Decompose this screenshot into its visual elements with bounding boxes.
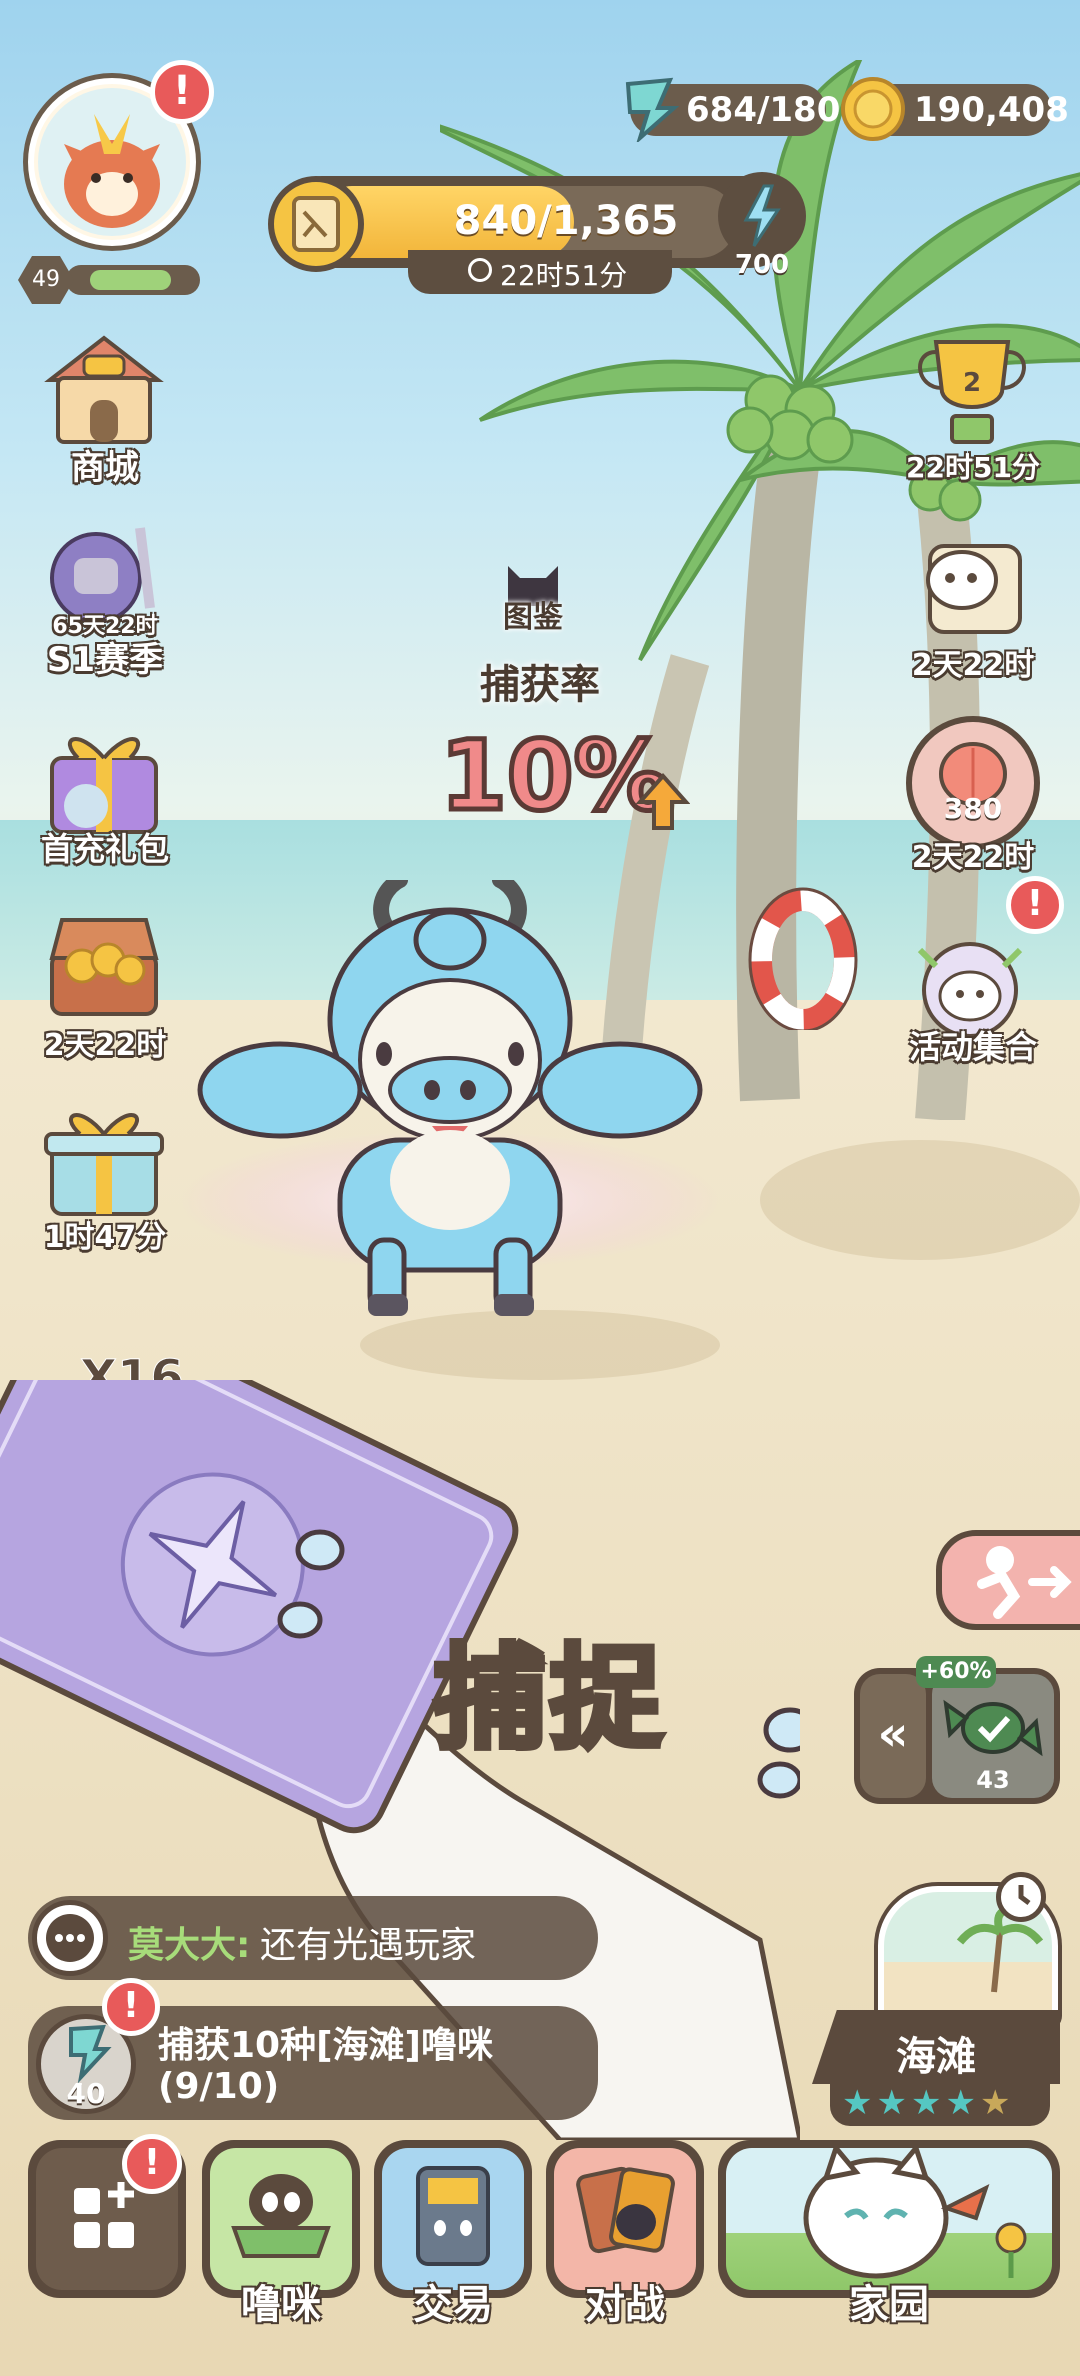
avatar-alert-badge: ! <box>150 60 214 124</box>
season-bolt-button[interactable] <box>718 172 806 260</box>
peach-event-button[interactable]: 380 <box>906 716 1040 850</box>
gift-box-icon <box>44 1113 164 1216</box>
peach-icon <box>939 742 1007 806</box>
quest-progress: (9/10) <box>158 2066 280 2107</box>
season-label: S1赛季 <box>46 640 164 680</box>
star-filled-icon: ★ <box>842 2083 873 2123</box>
sand-shadow <box>760 1140 1080 1260</box>
run-away-icon <box>977 1546 1072 1619</box>
battle-cards-icon <box>576 2166 675 2254</box>
bait-selector[interactable]: « 43 <box>854 1668 1060 1804</box>
star-empty-icon: ★ <box>979 2083 1011 2123</box>
trophy-timer: 22时51分 <box>906 451 1040 484</box>
level-progress-fill <box>90 270 172 290</box>
bait-count: 43 <box>976 1766 1010 1794</box>
life-ring <box>748 887 858 1030</box>
coin-value: 190,408 <box>914 90 1069 130</box>
wild-pet-blue-cow[interactable] <box>170 880 730 1360</box>
season-map-icon[interactable] <box>268 176 364 272</box>
shop-label: 商城 <box>71 448 139 488</box>
gift-box-button[interactable] <box>40 1100 168 1220</box>
star-filled-icon: ★ <box>910 2083 942 2123</box>
first-charge-label: 首充礼包 <box>40 830 169 868</box>
trophy-button[interactable]: 2 <box>906 332 1038 452</box>
gift-bundle-icon <box>50 737 158 834</box>
energy-value: 684/180 <box>686 90 841 130</box>
scroll-event-button[interactable] <box>910 526 1034 646</box>
pet-dex-label: 图鉴 <box>503 600 563 635</box>
quest-alert-badge: ! <box>102 1978 160 2036</box>
quest-title: 捕获10种[海滩]噜咪 <box>158 2025 494 2066</box>
location-name-plate: 海滩 <box>812 2010 1060 2084</box>
nav-pets-label: 噜咪 <box>241 2282 321 2328</box>
bait-bonus: +60% <box>916 1656 996 1688</box>
events-alert-badge: ! <box>1006 876 1064 934</box>
bolt-icon <box>743 184 781 247</box>
rate-up-arrow-icon <box>636 772 690 830</box>
coin-icon <box>841 77 905 141</box>
star-filled-icon: ★ <box>876 2083 907 2123</box>
shop-button[interactable] <box>40 330 168 450</box>
capture-button[interactable]: 捕捉 <box>390 1608 710 1770</box>
shop-house-icon <box>44 335 164 444</box>
treasure-chest-icon <box>49 918 159 1016</box>
season-timer: 22时51分 <box>408 250 672 294</box>
location-timer-icon <box>996 1872 1046 1922</box>
chat-bar[interactable]: 莫大大: 还有光遇玩家 <box>28 1896 598 1980</box>
peach-event-timer: 2天22时 <box>911 840 1035 875</box>
quest-reward-value: 40 <box>66 2077 106 2110</box>
home-pet-icon <box>803 2148 990 2279</box>
treasure-chest-button[interactable] <box>42 904 166 1024</box>
clock-icon <box>468 258 492 282</box>
bait-collapse-chevron-icon[interactable]: « <box>860 1674 926 1798</box>
chat-sender: 莫大大: <box>128 1925 251 1966</box>
nav-home-label: 家园 <box>849 2282 929 2328</box>
scroll-pet-icon <box>926 544 1022 634</box>
season-bolt-value: 700 <box>734 250 790 280</box>
first-charge-button[interactable] <box>38 718 170 838</box>
nav-battle-label: 对战 <box>585 2282 665 2328</box>
treasure-chest-timer: 2天22时 <box>43 1028 167 1063</box>
events-label: 活动集合 <box>908 1028 1037 1066</box>
candy-icon <box>943 1699 1043 1757</box>
chat-more-icon[interactable] <box>32 1900 108 1976</box>
scroll-event-timer: 2天22时 <box>911 648 1035 683</box>
chat-message: 还有光遇玩家 <box>260 1925 477 1966</box>
energy-crystal-icon <box>625 77 680 142</box>
trophy-count: 2 <box>962 368 982 398</box>
trade-machine-icon <box>416 2166 490 2266</box>
capture-rate-value: 10% <box>438 718 673 835</box>
gift-box-timer: 1时47分 <box>43 1220 167 1255</box>
bait-item[interactable]: 43 <box>932 1674 1054 1798</box>
level-progress-bar <box>66 265 200 295</box>
nav-menu-alert-badge: ! <box>122 2134 182 2194</box>
peach-count: 380 <box>943 792 1003 825</box>
location-star-row: ★ ★ ★ ★ ★ <box>830 2080 1050 2126</box>
location-name: 海滩 <box>896 2034 976 2080</box>
star-filled-icon: ★ <box>945 2083 976 2123</box>
pet-bowl-icon <box>231 2174 331 2258</box>
capture-rate-label: 捕获率 <box>480 662 600 708</box>
flee-button[interactable] <box>936 1530 1080 1630</box>
location-stars: ★ ★ ★ ★ ★ <box>830 2080 1050 2126</box>
season-timer-text: 22时51分 <box>500 259 628 292</box>
flower-icon <box>995 2222 1027 2278</box>
nav-trade-label: 交易 <box>413 2282 493 2328</box>
